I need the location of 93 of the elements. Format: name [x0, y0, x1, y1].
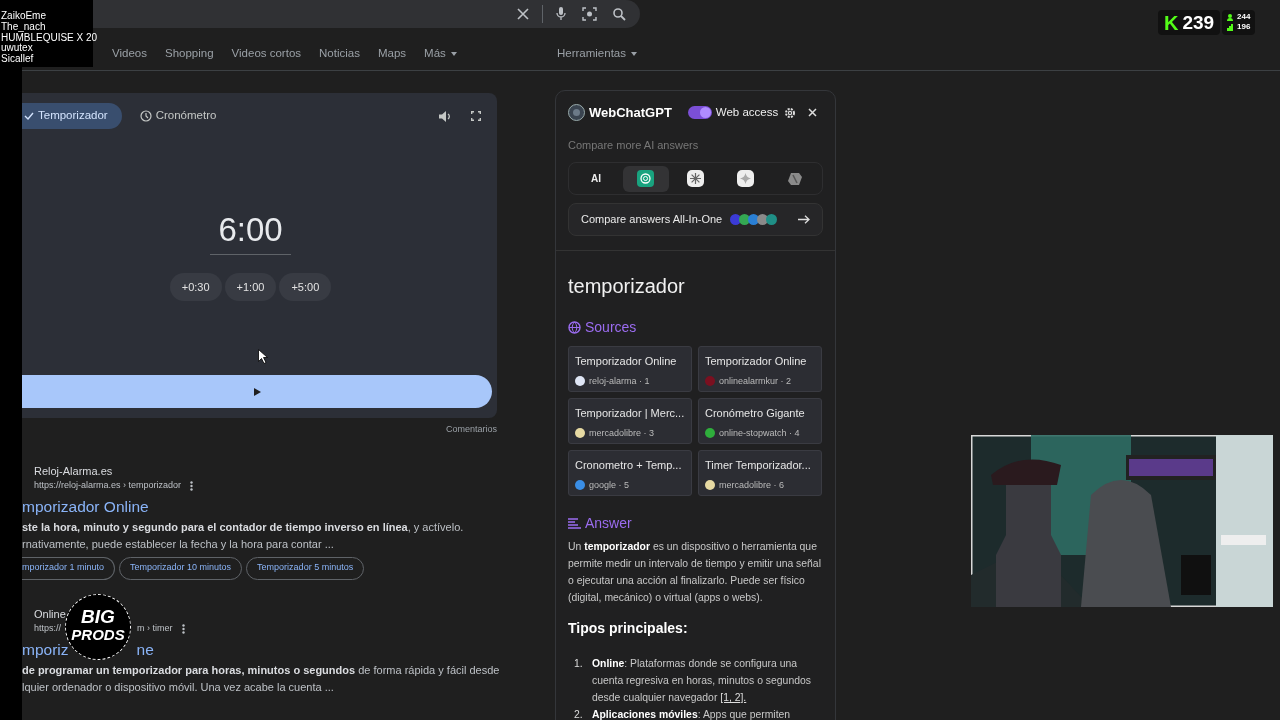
- search-tab[interactable]: Más: [424, 45, 457, 63]
- result-url: m › timer: [137, 622, 173, 635]
- source-card[interactable]: Cronometro + Temp... google · 5: [568, 450, 692, 496]
- start-button[interactable]: [22, 375, 492, 408]
- bar-icon: [1227, 23, 1233, 31]
- burst-icon: [687, 170, 704, 187]
- microphone-icon[interactable]: [556, 7, 566, 21]
- search-tab[interactable]: Shopping: [164, 45, 214, 63]
- source-card[interactable]: Temporizador Online reloj-alarma · 1: [568, 346, 692, 392]
- more-icon[interactable]: [190, 480, 194, 491]
- result-snippet: rnativamente, puede establecer la fecha y la hora para contar ...: [22, 536, 335, 552]
- webchatgpt-logo: [568, 104, 585, 122]
- source-card[interactable]: Temporizador | Merc... mercadolibre · 3: [568, 398, 692, 444]
- search-tab[interactable]: Videos cortos: [231, 45, 302, 63]
- sources-heading: Sources: [585, 318, 637, 337]
- globe-icon: [568, 321, 581, 334]
- result-snippet: de programar un temporizador para horas, minutos o segundos de forma rápida y fácil desde: [22, 662, 497, 678]
- add-time-button[interactable]: +5:00: [279, 273, 332, 301]
- source-title: Temporizador Online: [705, 354, 808, 369]
- source-meta: online-stopwatch · 4: [719, 426, 800, 440]
- source-card[interactable]: Cronómetro Gigante online-stopwatch · 4: [698, 398, 822, 444]
- list-item-text: Online: Plataformas donde se configura una cuenta regresiva en horas, minutos o segundos desde cualquier navegador [1, 2].: [592, 657, 812, 705]
- web-access-toggle[interactable]: [687, 106, 712, 120]
- source-title: Temporizador | Merc...: [575, 406, 685, 421]
- source-title: Cronómetro Gigante: [705, 406, 806, 421]
- site-name: Reloj-Alarma.es: [34, 464, 113, 477]
- result-title[interactable]: ne: [136, 637, 154, 662]
- source-title: Temporizador Online: [575, 354, 678, 369]
- result-title[interactable]: mporizador Online: [22, 494, 149, 519]
- timer-display: 6:00: [210, 213, 291, 255]
- chat-name: Sicallef: [1, 54, 35, 65]
- list-marker: 1.: [574, 657, 584, 671]
- search-icon[interactable]: [613, 7, 626, 21]
- timer-tab[interactable]: Temporizador: [22, 103, 122, 129]
- add-time-button[interactable]: +0:30: [169, 273, 222, 301]
- check-icon: [24, 112, 34, 120]
- close-icon[interactable]: [808, 108, 817, 118]
- add-time-button[interactable]: +1:00: [224, 273, 277, 301]
- blob-icon: [787, 170, 803, 187]
- follower-count: 239: [1182, 13, 1215, 32]
- close-icon[interactable]: [517, 8, 529, 20]
- text-lines-icon: [568, 518, 581, 529]
- source-title: Cronometro + Temp...: [575, 458, 683, 473]
- kick-logo: K: [1164, 12, 1179, 33]
- search-tab[interactable]: Maps: [377, 45, 407, 63]
- search-tab[interactable]: Noticias: [319, 45, 360, 63]
- source-meta: onlinealarmkur · 2: [719, 374, 792, 388]
- subheading: Tipos principales:: [568, 620, 688, 636]
- list-item-text: Aplicaciones móviles: Apps que permiten: [592, 708, 791, 720]
- chat-name: ZaikoEme: [1, 11, 47, 22]
- answer-paragraph: Un temporizador es un dispositivo o herramienta que permite medir un intervalo de tiempo y emitir una señal o ejecutar una acción al finalizarlo. Puede ser físico (digital, mecánico) o virtual (apps o webs).: [568, 540, 822, 605]
- more-icon[interactable]: [181, 623, 185, 634]
- source-meta: mercadolibre · 3: [589, 426, 655, 440]
- viewer-stat: 244: [1237, 12, 1251, 22]
- play-icon: [253, 387, 261, 396]
- chat-name: The_nach: [1, 21, 47, 33]
- feedback-link[interactable]: Comentarios: [445, 424, 497, 434]
- search-tab[interactable]: Videos: [112, 45, 147, 63]
- fullscreen-icon[interactable]: [471, 111, 481, 121]
- camera-icon[interactable]: [582, 7, 597, 21]
- extension-title: WebChatGPT: [589, 104, 672, 122]
- source-meta: reloj-alarma · 1: [589, 374, 650, 388]
- result-snippet: ste la hora, minuto y segundo para el contador de tiempo inverso en línea, y actívelo.: [22, 519, 465, 535]
- source-card[interactable]: Timer Temporizador... mercadolibre · 6: [698, 450, 822, 496]
- source-title: Timer Temporizador...: [705, 458, 812, 473]
- citation-link[interactable]: [1, 2].: [720, 692, 747, 703]
- arrow-right-icon: [798, 215, 810, 224]
- source-meta: google · 5: [589, 478, 630, 492]
- ai-model-tab[interactable]: [622, 165, 669, 192]
- answer-heading: Answer: [585, 514, 632, 533]
- ai-model-tab[interactable]: AI: [573, 165, 619, 192]
- result-url: https://reloj-alarma.es › temporizador: [34, 479, 182, 492]
- source-card[interactable]: Temporizador Online onlinealarmkur · 2: [698, 346, 822, 392]
- settings-icon[interactable]: [784, 106, 796, 119]
- source-meta: mercadolibre · 6: [719, 478, 785, 492]
- list-marker: 2.: [574, 708, 584, 720]
- viewer-stat: 196: [1237, 22, 1251, 32]
- sparkle-icon: [736, 170, 754, 187]
- toggle-label: Web access: [715, 105, 779, 121]
- cursor-icon: [258, 349, 268, 364]
- site-name: Online: [34, 607, 66, 620]
- compare-hint: Compare more AI answers: [568, 138, 699, 151]
- tools-menu[interactable]: Herramientas: [556, 45, 637, 63]
- knot-icon: [637, 170, 655, 187]
- volume-icon[interactable]: [439, 110, 451, 122]
- chat-name: uwutex: [1, 43, 33, 54]
- person-icon: [1227, 13, 1233, 21]
- compare-all-button[interactable]: Compare answers All-In-One: [568, 203, 823, 236]
- clock-icon: [139, 110, 152, 122]
- timer-tab[interactable]: Cronómetro: [137, 103, 231, 129]
- query-heading: temporizador: [568, 275, 685, 297]
- result-url: https://: [34, 622, 61, 635]
- result-snippet: lquier ordenador o dispositivo móvil. Una vez acabe la cuenta ...: [22, 679, 335, 695]
